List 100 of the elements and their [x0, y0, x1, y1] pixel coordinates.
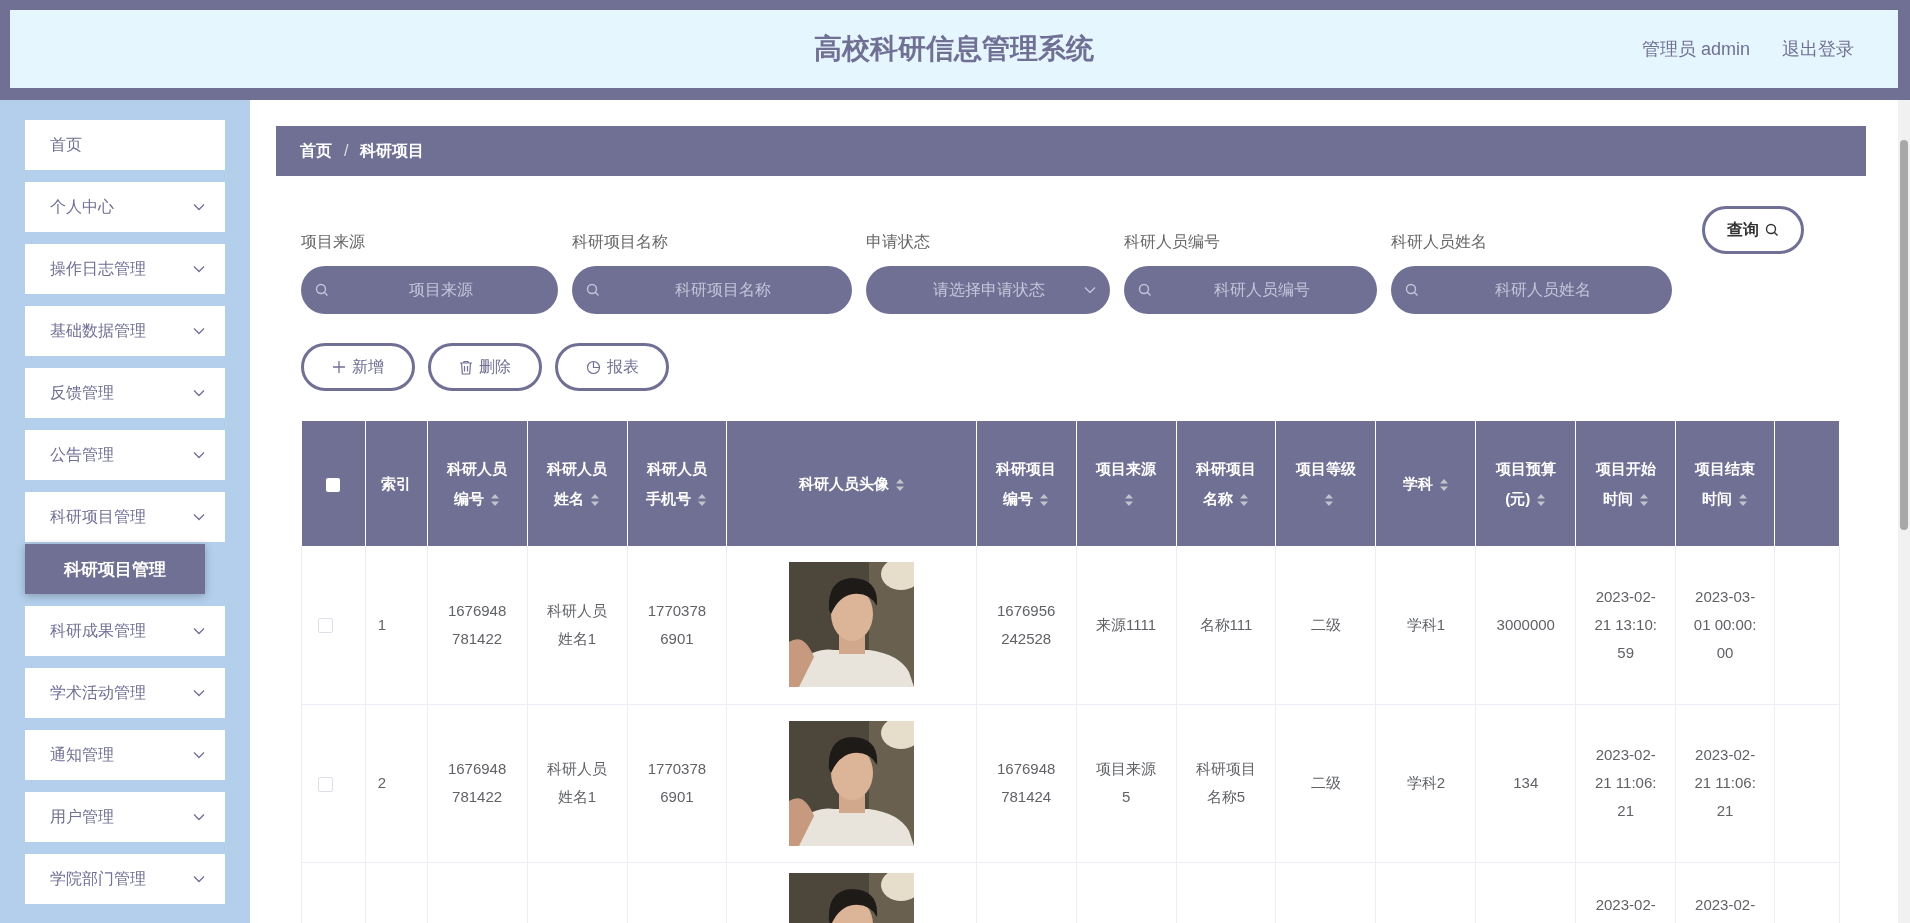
sort-icon[interactable] — [1536, 492, 1547, 507]
table-cell: 1676948781422 — [447, 601, 507, 647]
checkbox[interactable] — [318, 776, 333, 792]
sort-icon[interactable] — [894, 477, 905, 492]
table-cell: 2023-02-21 11:06:21 — [1594, 746, 1657, 819]
column-header[interactable]: 科研人员头像 — [726, 421, 977, 546]
sidebar-item[interactable]: 首页 — [25, 120, 225, 170]
chevron-down-icon — [193, 451, 205, 459]
user-link[interactable]: 管理员 admin — [1641, 37, 1750, 61]
sort-icon[interactable] — [490, 492, 501, 507]
search-icon — [315, 283, 329, 297]
table-cell: 2 — [377, 774, 387, 791]
chevron-down-icon — [193, 513, 205, 521]
scrollbar[interactable] — [1898, 100, 1910, 923]
sidebar-item[interactable]: 反馈管理 — [25, 368, 225, 418]
sidebar-item[interactable]: 学术活动管理 — [25, 668, 225, 718]
table-cell: 1676948781424 — [996, 760, 1056, 805]
sidebar-item[interactable]: 用户管理 — [25, 792, 225, 842]
sidebar-item[interactable]: 通知管理 — [25, 730, 225, 780]
table-cell: 二级 — [1310, 774, 1341, 791]
breadcrumb-link[interactable]: 科研项目 — [360, 140, 425, 162]
table-cell: 1676948781422 — [447, 760, 507, 805]
chevron-down-icon — [193, 203, 205, 211]
select-field[interactable]: 请选择申请状态 — [866, 266, 1110, 314]
sidebar-item[interactable]: 学院部门管理 — [25, 854, 225, 904]
sidebar-item[interactable]: 基础数据管理 — [25, 306, 225, 356]
chevron-down-icon — [193, 689, 205, 697]
column-header[interactable]: 项目预算(元) — [1475, 421, 1576, 546]
sidebar-item[interactable]: 公告管理 — [25, 430, 225, 480]
search-field[interactable]: 科研人员姓名 — [1391, 266, 1672, 314]
table-cell: 2023-03-01 00:00:00 — [1693, 587, 1757, 661]
table-cell: 科研项目名称5 — [1196, 760, 1256, 805]
column-header[interactable]: 项目等级 — [1275, 421, 1376, 546]
table-cell: 3000000 — [1496, 615, 1555, 633]
filter-label: 申请状态 — [866, 232, 931, 252]
add-button[interactable]: 新增 — [301, 343, 415, 391]
table-cell: 2023-02-21 13:10:59 — [1594, 587, 1657, 661]
chevron-down-icon — [193, 875, 205, 883]
column-header[interactable]: 项目开始时间 — [1575, 421, 1676, 546]
chevron-down-icon — [193, 627, 205, 635]
table-cell: 2023-02- — [1695, 895, 1756, 913]
sort-icon[interactable] — [1638, 492, 1649, 507]
table-cell: 17703786901 — [647, 601, 707, 647]
sort-icon[interactable] — [1239, 492, 1249, 507]
report-button[interactable]: 报表 — [555, 343, 669, 391]
column-header[interactable]: 项目来源 — [1076, 421, 1177, 546]
search-icon — [1405, 283, 1419, 297]
search-field[interactable]: 科研人员编号 — [1124, 266, 1377, 314]
sort-icon[interactable] — [1323, 492, 1334, 507]
filter-label: 科研人员姓名 — [1391, 232, 1488, 252]
sort-icon[interactable] — [1124, 492, 1135, 507]
chevron-down-icon — [193, 813, 205, 821]
search-field[interactable]: 科研项目名称 — [572, 266, 852, 314]
table-cell: 来源1111 — [1096, 615, 1157, 633]
plus-icon — [332, 360, 346, 374]
sidebar-subitem[interactable]: 科研项目管理 — [25, 544, 205, 594]
table-cell: 17703786901 — [647, 760, 707, 805]
search-icon — [1138, 283, 1152, 297]
breadcrumb-link[interactable]: 首页 — [300, 140, 332, 162]
column-header[interactable]: 科研项目名称 — [1176, 421, 1276, 546]
sidebar-item[interactable]: 科研项目管理 — [25, 492, 225, 542]
search-field[interactable]: 项目来源 — [301, 266, 558, 314]
filter-label: 科研人员编号 — [1124, 232, 1221, 252]
column-header[interactable]: 科研人员编号 — [427, 421, 528, 546]
query-button[interactable]: 查询 — [1702, 206, 1804, 254]
table-cell: 134 — [1513, 774, 1539, 791]
chevron-down-icon — [193, 389, 205, 397]
sidebar-item[interactable]: 操作日志管理 — [25, 244, 225, 294]
column-header: 索引 — [365, 421, 428, 546]
column-header[interactable]: 科研人员手机号 — [627, 421, 727, 546]
sort-icon[interactable] — [1738, 492, 1749, 507]
search-icon — [586, 283, 600, 297]
chevron-down-icon — [193, 265, 205, 273]
table-cell: 2023-02-21 11:06:21 — [1694, 746, 1756, 819]
logout-link[interactable]: 退出登录 — [1782, 37, 1854, 61]
table-cell: 名称111 — [1199, 615, 1253, 633]
chevron-down-icon — [193, 327, 205, 335]
column-header[interactable]: 科研人员姓名 — [527, 421, 627, 546]
sort-icon[interactable] — [697, 492, 708, 507]
table-cell: 二级 — [1310, 615, 1341, 633]
chevron-down-icon — [193, 751, 205, 759]
search-icon — [1765, 223, 1779, 237]
sort-icon[interactable] — [1039, 492, 1050, 507]
app-title: 高校科研信息管理系统 — [814, 32, 1094, 66]
trash-icon — [459, 359, 473, 375]
filter-label: 科研项目名称 — [572, 232, 669, 252]
sort-icon[interactable] — [1438, 477, 1449, 492]
column-header[interactable]: 科研项目编号 — [976, 421, 1077, 546]
column-header[interactable]: 项目结束时间 — [1675, 421, 1775, 546]
table-cell: 1 — [377, 615, 387, 633]
checkbox[interactable] — [318, 618, 333, 634]
delete-button[interactable]: 删除 — [428, 343, 542, 391]
table-cell: 科研人员姓名1 — [547, 760, 608, 805]
column-header[interactable]: 学科 — [1375, 421, 1476, 546]
sidebar-item[interactable]: 个人中心 — [25, 182, 225, 232]
sidebar-item[interactable]: 科研成果管理 — [25, 606, 225, 656]
checkbox[interactable] — [326, 477, 341, 492]
sort-icon[interactable] — [590, 492, 601, 507]
table-cell: 项目来源5 — [1096, 760, 1157, 805]
table-cell: 科研人员姓名1 — [547, 601, 608, 647]
